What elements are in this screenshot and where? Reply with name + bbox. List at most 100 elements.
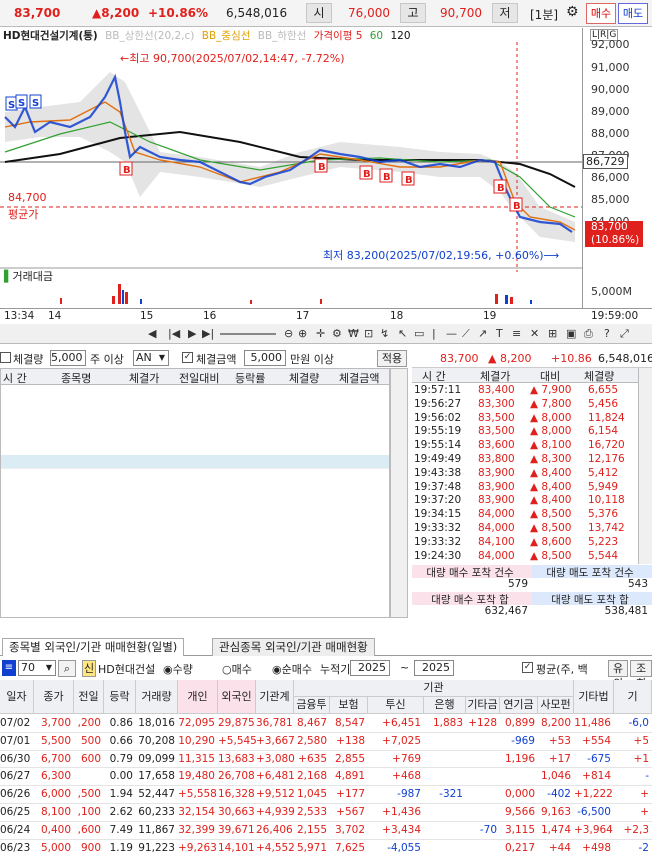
header-ind[interactable]: 개인 xyxy=(178,680,218,714)
date-from-input[interactable]: 2025 xyxy=(350,660,390,676)
header-chg[interactable]: 등락 xyxy=(104,680,136,714)
table-row[interactable]: 06/23 5,000 900 1.19 91,223 +9,263 14,101 +4,55… xyxy=(0,840,652,856)
play-icon[interactable]: ▶ xyxy=(188,327,196,340)
avg-checkbox[interactable]: ✓ xyxy=(522,662,533,673)
zoom-out-icon[interactable]: ⊖ xyxy=(284,327,293,340)
sell-button[interactable]: 매도 xyxy=(618,3,648,24)
apply-button[interactable]: 적용 xyxy=(377,350,407,367)
tick-row[interactable]: 19:43:38 83,900 ▲ 8,400 5,412 xyxy=(412,467,638,481)
radio-net[interactable]: ◉순매수 xyxy=(272,661,312,677)
tick-row[interactable]: 19:33:32 84,000 ▲ 8,500 13,742 xyxy=(412,522,638,536)
tick-row[interactable]: 19:56:27 83,300 ▲ 7,800 5,456 xyxy=(412,398,638,412)
play-last-icon[interactable]: ▶| xyxy=(202,327,214,340)
right-scrollbar[interactable] xyxy=(638,368,652,564)
header-g[interactable]: 기 xyxy=(614,680,652,714)
qty-label: 체결량 xyxy=(13,353,44,366)
fibo-icon[interactable]: ≡ xyxy=(512,327,521,340)
horizontal-line-icon[interactable]: — xyxy=(446,327,457,340)
notice-button[interactable]: 유의 xyxy=(608,660,628,690)
header-ins[interactable]: 보험 xyxy=(330,697,368,714)
table-row[interactable]: 06/30 6,700 600 0.79 09,099 11,315 13,683 +3,08… xyxy=(0,751,652,769)
header-pef[interactable]: 사모펀 xyxy=(538,697,574,714)
table-row[interactable]: 07/02 3,700 ,200 0.86 18,016 72,095 29,875 36,7… xyxy=(0,715,652,733)
lock-icon[interactable]: ⊡ xyxy=(364,327,373,340)
header-bank[interactable]: 은행 xyxy=(424,697,466,714)
radio-qty[interactable]: ◉수량 xyxy=(163,661,193,677)
tab-daily-investor[interactable]: 종목별 외국인/기관 매매현황(일별) xyxy=(2,638,185,656)
tick-row[interactable]: 19:33:32 84,100 ▲ 8,600 5,223 xyxy=(412,536,638,550)
arrow-tool-icon[interactable]: ↗ xyxy=(478,327,487,340)
save-icon[interactable]: ▣ xyxy=(566,327,576,340)
layout-icon[interactable]: ⊞ xyxy=(548,327,557,340)
legend-ma5[interactable]: 가격이평 5 xyxy=(314,30,363,42)
legend-bb-upper[interactable]: BB_상한선(20,2,c) xyxy=(105,30,194,42)
legend-ma60[interactable]: 60 xyxy=(370,30,383,42)
date-to-input[interactable]: 2025 xyxy=(414,660,454,676)
header-fin[interactable]: 금융투 xyxy=(294,697,330,714)
search-icon[interactable]: ⌕ xyxy=(58,660,76,677)
qty-input[interactable]: 5,000 xyxy=(50,350,86,366)
tick-row[interactable]: 19:37:48 83,900 ▲ 8,400 5,949 xyxy=(412,481,638,495)
tick-row[interactable]: 19:34:15 84,000 ▲ 8,500 5,376 xyxy=(412,508,638,522)
radio-buy[interactable]: ○매수 xyxy=(222,661,252,677)
cursor-icon[interactable]: ↖ xyxy=(398,327,407,340)
header-for[interactable]: 외국인 xyxy=(218,680,256,714)
query-button[interactable]: 조회 xyxy=(630,660,652,690)
legend-bb-lower[interactable]: BB_하한선 xyxy=(258,30,307,42)
tick-row[interactable]: 19:55:14 83,600 ▲ 8,100 16,720 xyxy=(412,439,638,453)
table-row[interactable]: 06/26 6,000 ,500 1.94 52,447 +5,558 16,328 +9,5… xyxy=(0,786,652,804)
left-scrollbar[interactable] xyxy=(390,368,408,618)
tick-row[interactable]: 19:55:19 83,500 ▲ 8,000 6,154 xyxy=(412,425,638,439)
settings-icon[interactable]: ⚙ xyxy=(332,327,342,340)
price-icon[interactable]: ₩ xyxy=(348,327,359,340)
print-icon[interactable]: ⎙ xyxy=(584,327,593,341)
legend-ma120[interactable]: 120 xyxy=(390,30,410,42)
table-row[interactable]: 06/25 8,100 ,100 2.62 60,233 32,154 30,663 +4,9… xyxy=(0,804,652,822)
stock-code-input[interactable]: 70 ▼ xyxy=(18,660,56,676)
tick-row[interactable]: 19:56:02 83,500 ▲ 8,000 11,824 xyxy=(412,412,638,426)
magnet-icon[interactable]: ↯ xyxy=(380,327,389,340)
price-chart[interactable]: B BB B BBB SSS xyxy=(0,42,582,308)
scroll-left-icon[interactable]: ◀ xyxy=(148,327,156,340)
header-vol[interactable]: 거래량 xyxy=(136,680,178,714)
amount-input[interactable]: 5,000 xyxy=(244,350,286,366)
crosshair-icon[interactable]: ✛ xyxy=(316,327,325,340)
tab-watchlist-investor[interactable]: 관심종목 외국인/기관 매매현황 xyxy=(212,638,375,656)
gear-icon[interactable]: ⚙ xyxy=(566,4,579,20)
expand-icon[interactable]: ⤢ xyxy=(620,327,629,341)
header-trust[interactable]: 투신 xyxy=(368,697,424,714)
header-close[interactable]: 종가 xyxy=(34,680,74,714)
table-row[interactable]: 06/24 0,400 ,600 7.49 11,867 32,399 39,671 26,4… xyxy=(0,822,652,840)
header-corp[interactable]: 기타법 xyxy=(574,680,614,714)
legend-bb-mid[interactable]: BB_중심선 xyxy=(202,30,251,42)
zoom-in-icon[interactable]: ⊕ xyxy=(298,327,307,340)
tick-row[interactable]: 19:24:30 84,000 ▲ 8,500 5,544 xyxy=(412,550,638,564)
market-select[interactable]: AN ▼ xyxy=(133,350,169,366)
zoom-slider[interactable] xyxy=(220,333,276,335)
help-icon[interactable]: ? xyxy=(604,327,610,340)
rect-tool-icon[interactable]: ▭ xyxy=(414,327,424,340)
delete-tool-icon[interactable]: ✕ xyxy=(530,327,539,340)
interval-label[interactable]: [1분] xyxy=(530,6,558,23)
table-row-selected[interactable] xyxy=(1,455,389,469)
tick-row[interactable]: 19:37:20 83,900 ▲ 8,400 10,118 xyxy=(412,494,638,508)
play-first-icon[interactable]: |◀ xyxy=(168,327,180,340)
qty-checkbox[interactable] xyxy=(0,352,11,363)
cell-ind: +9,263 xyxy=(178,841,217,854)
header-date[interactable]: 일자 xyxy=(0,680,34,714)
header-inst[interactable]: 기관계 xyxy=(256,680,294,714)
header-etc[interactable]: 기타금 xyxy=(466,697,500,714)
tick-row[interactable]: 19:49:49 83,800 ▲ 8,300 12,176 xyxy=(412,453,638,467)
tick-row[interactable]: 19:57:11 83,400 ▲ 7,900 6,655 xyxy=(412,384,638,398)
text-tool-icon[interactable]: T xyxy=(496,327,503,340)
vertical-line-icon[interactable]: | xyxy=(432,327,436,340)
table-row[interactable]: 06/27 6,300 0.00 17,658 19,480 26,708 +6,481 2,… xyxy=(0,768,652,787)
list-icon[interactable]: ≡ xyxy=(2,660,16,676)
table-row[interactable]: 07/01 5,500 500 0.66 70,208 10,290 +5,545 +3,66… xyxy=(0,733,652,751)
buy-button[interactable]: 매수 xyxy=(586,3,616,24)
trendline-icon[interactable]: ⟋ xyxy=(462,327,470,341)
tick-cell-price: 83,900 xyxy=(478,466,515,479)
header-pen[interactable]: 연기금 xyxy=(500,697,538,714)
amount-checkbox[interactable]: ✓ xyxy=(182,352,193,363)
header-prev[interactable]: 전일 xyxy=(74,680,104,714)
